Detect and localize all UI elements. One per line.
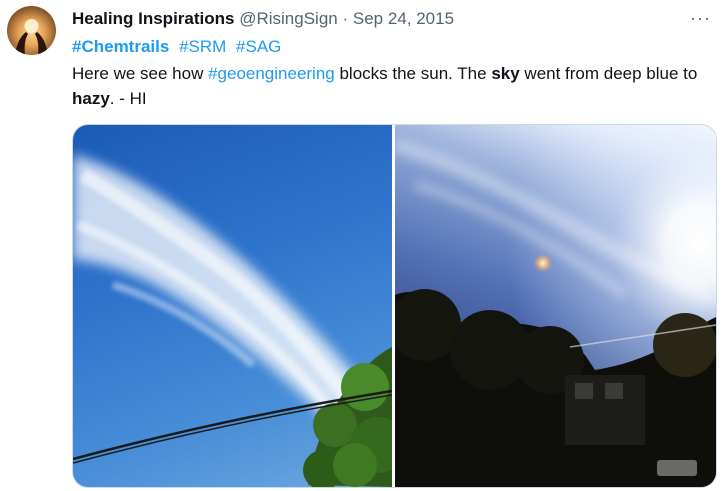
tweet-text-part2: blocks the sun. The <box>334 64 492 83</box>
tweet-text-sky: sky <box>491 64 520 83</box>
hashtag-line: #Chemtrails #SRM #SAG <box>72 36 286 58</box>
photo-hazy-sky-sun[interactable] <box>389 125 716 487</box>
sky-photo-right-art <box>389 125 716 487</box>
media-grid <box>72 124 717 488</box>
avatar[interactable] <box>7 6 56 55</box>
separator-dot: · <box>342 9 349 28</box>
author-name[interactable]: Healing Inspirations <box>72 9 234 28</box>
hashtag-srm[interactable]: #SRM <box>179 37 226 56</box>
author-handle[interactable]: @RisingSign <box>239 9 338 28</box>
hashtag-geoengineering[interactable]: #geoengineering <box>208 64 335 83</box>
hands-sunset-icon <box>15 19 48 55</box>
tweet-date[interactable]: Sep 24, 2015 <box>353 9 454 28</box>
tweet-text-part3: went from deep blue to <box>519 64 698 83</box>
tweet-text-hazy: hazy <box>72 89 110 108</box>
sky-photo-left-art <box>73 155 406 487</box>
tweet-header: Healing Inspirations @RisingSign · Sep 2… <box>72 8 454 30</box>
photo-blue-sky-cirrus[interactable] <box>73 125 406 487</box>
tweet-text-part1: Here we see how <box>72 64 209 83</box>
hashtag-sag[interactable]: #SAG <box>236 37 281 56</box>
hashtag-chemtrails[interactable]: #Chemtrails <box>72 37 169 56</box>
more-options-icon[interactable]: ··· <box>690 8 711 29</box>
tweet-text: Here we see how #geoengineering blocks t… <box>72 61 720 111</box>
tweet-text-part4: . - HI <box>109 89 147 108</box>
